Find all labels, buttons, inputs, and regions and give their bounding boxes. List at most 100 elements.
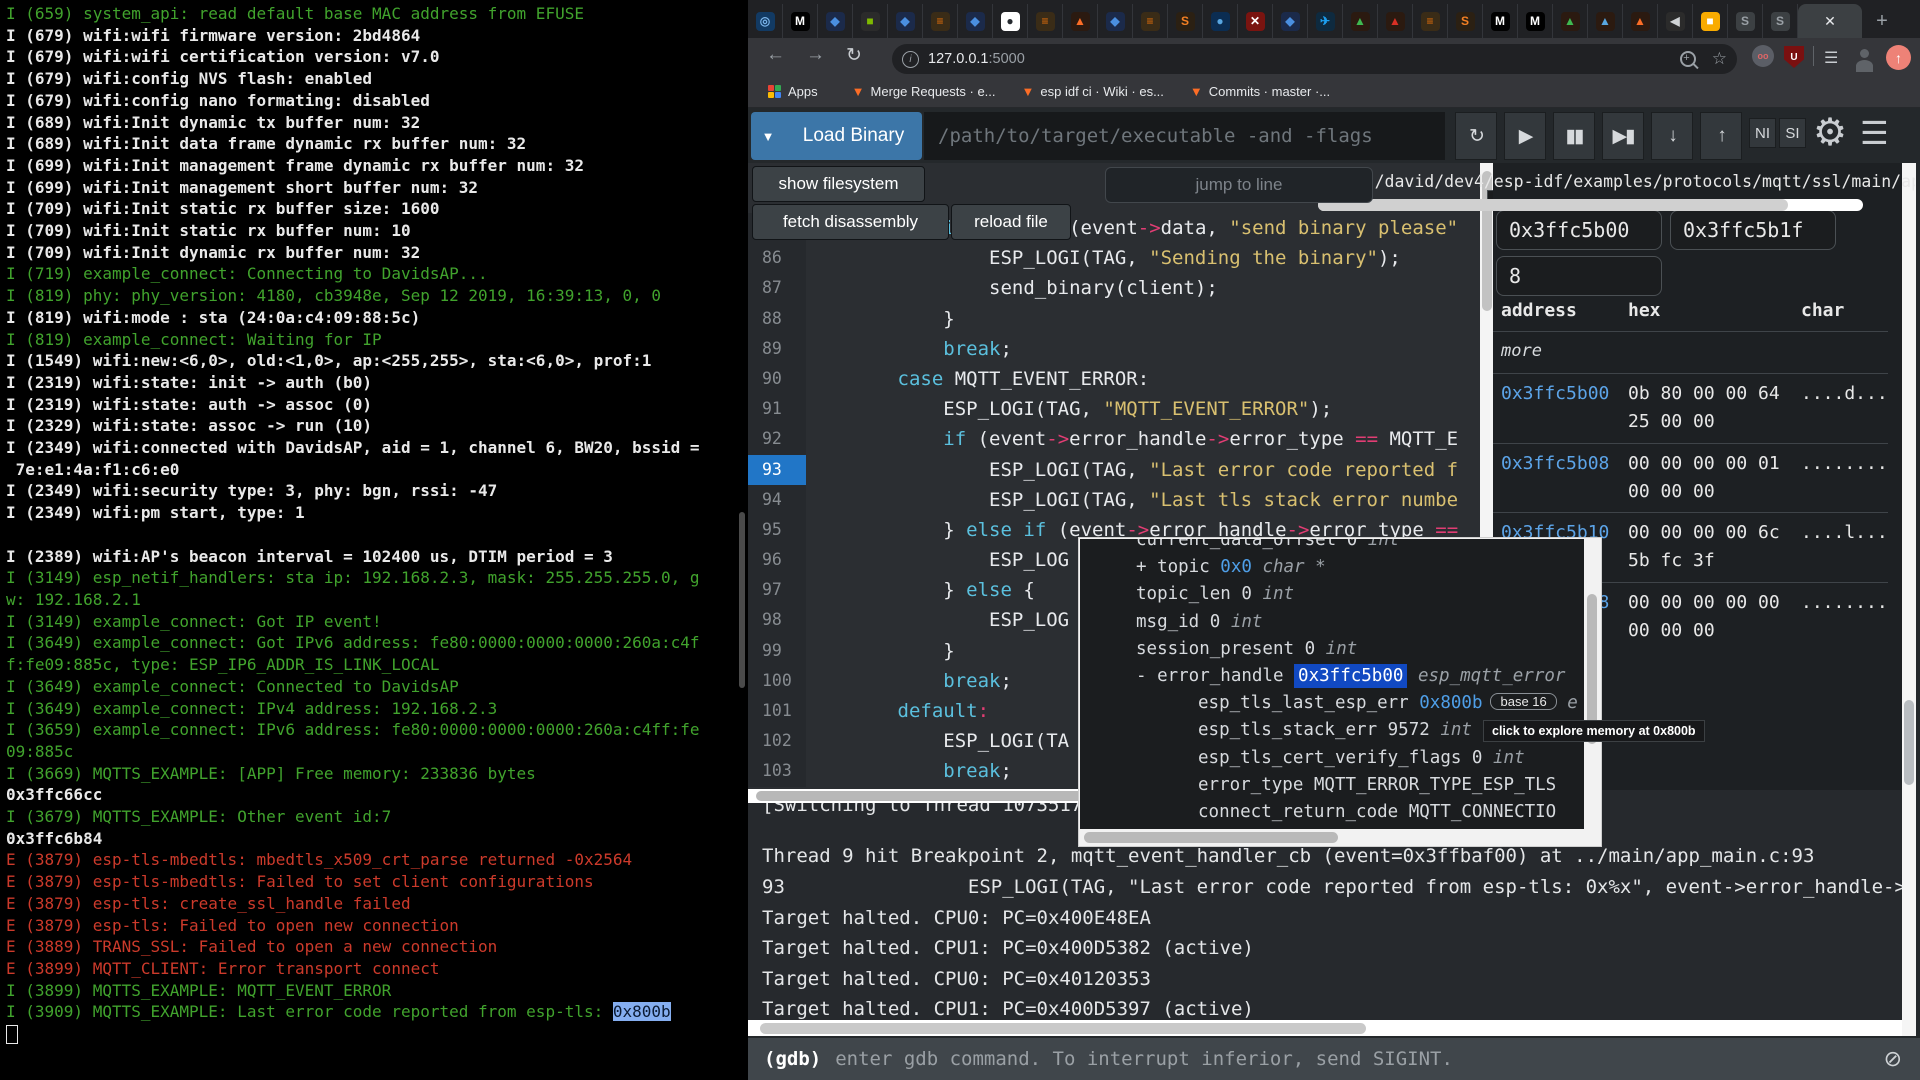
popup-horizontal-scrollbar[interactable]	[1080, 829, 1601, 845]
memory-address-link[interactable]: 0x3ffc5b00	[1501, 383, 1609, 404]
line-number[interactable]: 99	[748, 636, 806, 666]
pinned-tab[interactable]: M	[1483, 4, 1518, 38]
apps-grid-icon[interactable]	[768, 85, 781, 98]
line-number[interactable]: 95	[748, 515, 806, 545]
pinned-tab[interactable]: ◆	[1273, 4, 1308, 38]
code-line[interactable]: 86 ESP_LOGI(TAG, "Sending the binary");	[748, 243, 1480, 273]
variable-tree-line[interactable]: msg_id 0 int	[1136, 612, 1262, 632]
bookmark-item[interactable]: ▼Merge Requests · e...	[852, 84, 996, 99]
pinned-tab[interactable]: M	[1518, 4, 1553, 38]
code-line[interactable]: 88 }	[748, 304, 1480, 334]
binary-path-input[interactable]: /path/to/target/executable -and -flags	[924, 112, 1445, 160]
pinned-tab[interactable]: ◆	[888, 4, 923, 38]
variable-tree-line[interactable]: + topic 0x0 char *	[1136, 557, 1326, 577]
memory-end-address-input[interactable]: 0x3ffc5b1f	[1670, 210, 1836, 250]
pinned-tab[interactable]: ■	[1693, 4, 1728, 38]
memory-more-link[interactable]: more	[1501, 341, 1542, 361]
bookmark-item[interactable]: ▼Commits · master ·...	[1190, 84, 1330, 99]
line-number[interactable]: 90	[748, 364, 806, 394]
code-line[interactable]: 89 break;	[748, 334, 1480, 364]
pinned-tab[interactable]: ✕	[1238, 4, 1273, 38]
bookmark-item[interactable]: ▼esp idf ci · Wiki · es...	[1022, 84, 1164, 99]
variable-tree-line[interactable]: current_data_offset 0 int	[1136, 539, 1399, 550]
code-line[interactable]: 94 ESP_LOGI(TAG, "Last tls stack error n…	[748, 485, 1480, 515]
variable-tree-line[interactable]: topic_len 0 int	[1136, 584, 1294, 604]
forward-icon[interactable]: →	[806, 44, 825, 66]
file-path-scrollbar[interactable]	[1318, 199, 1863, 211]
pinned-tab[interactable]: ●	[993, 4, 1028, 38]
continue-button[interactable]: ▶	[1504, 112, 1546, 160]
line-number[interactable]: 97	[748, 575, 806, 605]
code-line[interactable]: 92 if (event->error_handle->error_type =…	[748, 424, 1480, 454]
line-number[interactable]: 101	[748, 696, 806, 726]
reload-file-button[interactable]: reload file	[951, 204, 1071, 240]
info-icon[interactable]: i	[902, 51, 919, 68]
line-number[interactable]: 98	[748, 605, 806, 635]
new-tab-button[interactable]: +	[1862, 4, 1902, 38]
pinned-tab[interactable]: S	[1763, 4, 1798, 38]
address-bar[interactable]: i 127.0.0.1 :5000 ☆	[892, 44, 1737, 74]
pinned-tab[interactable]: ◆	[818, 4, 853, 38]
memory-start-address-input[interactable]: 0x3ffc5b00	[1496, 210, 1662, 250]
popup-vertical-scrollbar[interactable]	[1584, 539, 1600, 830]
browser-update-icon[interactable]: ↑	[1886, 45, 1911, 70]
pinned-tab[interactable]: ▲	[1588, 4, 1623, 38]
fetch-disassembly-button[interactable]: fetch disassembly	[752, 204, 949, 240]
terminal-scrollbar[interactable]	[739, 512, 745, 688]
pinned-tab[interactable]: M	[783, 4, 818, 38]
pinned-tab[interactable]: ■	[853, 4, 888, 38]
pinned-tab[interactable]: ●	[1203, 4, 1238, 38]
line-number[interactable]: 89	[748, 334, 806, 364]
step-instruction-button[interactable]: SI	[1779, 118, 1806, 148]
line-number[interactable]: 96	[748, 545, 806, 575]
pinned-tab[interactable]: ≡	[1413, 4, 1448, 38]
variable-tree-line[interactable]: error_type MQTT_ERROR_TYPE_ESP_TLS	[1198, 775, 1556, 795]
console-horizontal-scrollbar[interactable]	[748, 1020, 1902, 1036]
variable-tree-line[interactable]: connect_return_code MQTT_CONNECTIO	[1198, 802, 1556, 822]
sidebar-vertical-scrollbar[interactable]	[1902, 163, 1916, 1036]
pinned-tab[interactable]: ◀	[1658, 4, 1693, 38]
next-button[interactable]: ▶▮	[1602, 112, 1644, 160]
code-line[interactable]: 93 ESP_LOGI(TAG, "Last error code report…	[748, 455, 1480, 485]
line-number[interactable]: 94	[748, 485, 806, 515]
variable-tree-line[interactable]: esp_tls_stack_err 9572 int	[1198, 720, 1472, 740]
back-icon[interactable]: ←	[766, 44, 785, 66]
load-binary-button[interactable]: Load Binary	[785, 112, 922, 160]
pinned-tab[interactable]: ▲	[1343, 4, 1378, 38]
bookmark-star-icon[interactable]: ☆	[1712, 49, 1727, 69]
pinned-tab[interactable]: ≡	[1133, 4, 1168, 38]
pinned-tab[interactable]: S	[1168, 4, 1203, 38]
pinned-tab[interactable]: ▲	[1063, 4, 1098, 38]
line-number[interactable]: 100	[748, 666, 806, 696]
line-number[interactable]: 86	[748, 243, 806, 273]
pinned-tab[interactable]: S	[1448, 4, 1483, 38]
line-number[interactable]: 103	[748, 756, 806, 786]
variable-tree-line[interactable]: esp_tls_last_esp_err 0x800bbase 16 e	[1198, 693, 1578, 713]
reload-icon[interactable]: ↻	[846, 44, 862, 67]
line-number[interactable]: 102	[748, 726, 806, 756]
close-icon[interactable]: ✕	[1824, 13, 1836, 30]
gdb-command-input[interactable]: enter gdb command. To interrupt inferior…	[835, 1048, 1453, 1070]
pinned-tab[interactable]: S	[1728, 4, 1763, 38]
code-line[interactable]: 90 case MQTT_EVENT_ERROR:	[748, 364, 1480, 394]
current-line-number[interactable]: 93	[748, 455, 806, 485]
memory-bytes-per-line-input[interactable]: 8	[1496, 256, 1662, 296]
pinned-tab[interactable]: ▲	[1378, 4, 1413, 38]
active-tab[interactable]: ✕	[1798, 4, 1862, 38]
serial-monitor-terminal[interactable]: I (659) system_api: read default base MA…	[0, 0, 748, 1080]
url-host[interactable]: 127.0.0.1	[928, 51, 988, 67]
pinned-tab[interactable]: ◆	[958, 4, 993, 38]
memory-address-link[interactable]: 0x3ffc5b08	[1501, 453, 1609, 474]
code-line[interactable]: 91 ESP_LOGI(TAG, "MQTT_EVENT_ERROR");	[748, 394, 1480, 424]
pinned-tab[interactable]: ≡	[923, 4, 958, 38]
next-instruction-button[interactable]: NI	[1749, 118, 1776, 148]
menu-icon[interactable]: ☰	[1860, 114, 1889, 152]
pinned-tab[interactable]: ✈	[1308, 4, 1343, 38]
code-line[interactable]: 87 send_binary(client);	[748, 273, 1480, 303]
show-filesystem-button[interactable]: show filesystem	[752, 166, 925, 202]
pinned-tab[interactable]: ◎	[748, 4, 783, 38]
pinned-tab[interactable]: ▲	[1553, 4, 1588, 38]
bookmark-apps[interactable]: Apps	[788, 84, 818, 99]
pause-button[interactable]: ▮▮	[1553, 112, 1595, 160]
step-in-button[interactable]: ↓	[1651, 112, 1693, 160]
